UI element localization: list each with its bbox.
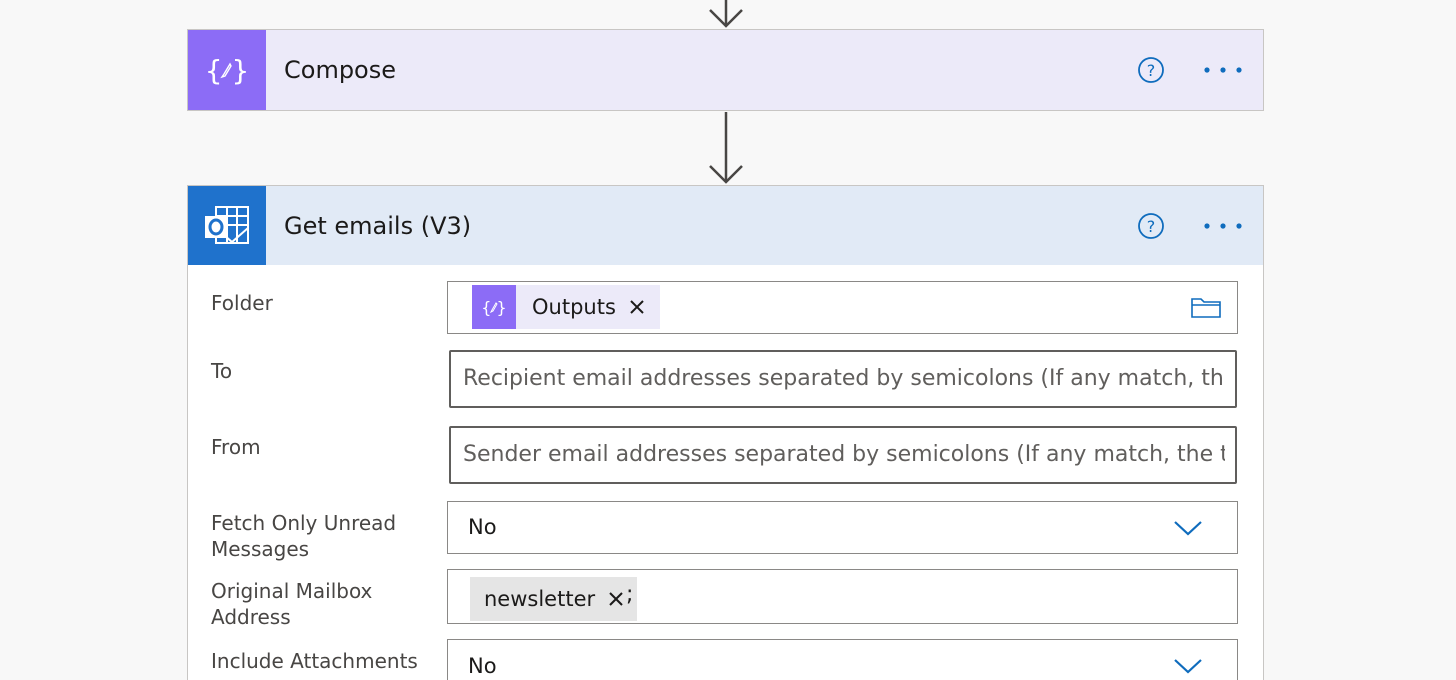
to-label: To: [211, 359, 233, 383]
help-icon[interactable]: ?: [1137, 212, 1165, 240]
get-emails-card-title: Get emails (V3): [284, 211, 472, 240]
folder-picker-icon[interactable]: [1191, 295, 1221, 319]
outputs-token[interactable]: { } Outputs: [472, 285, 660, 329]
to-input[interactable]: Recipient email addresses separated by s…: [449, 350, 1237, 408]
fetch-unread-select[interactable]: No: [447, 501, 1238, 554]
get-emails-card-header[interactable]: Get emails (V3) ?: [188, 186, 1263, 265]
svg-text:{ }: { }: [205, 54, 249, 87]
include-attachments-select[interactable]: No: [447, 639, 1238, 680]
from-label: From: [211, 435, 261, 459]
address-separator: ;: [626, 582, 634, 607]
chevron-down-icon[interactable]: [1173, 519, 1203, 537]
newsletter-token-label: newsletter: [484, 587, 596, 611]
fetch-unread-label: Fetch Only Unread Messages: [211, 511, 397, 561]
more-options-icon[interactable]: [1203, 66, 1243, 74]
original-mailbox-label: Original Mailbox Address: [211, 579, 373, 629]
folder-field[interactable]: { } Outputs: [447, 281, 1238, 334]
compose-token-icon: { }: [472, 285, 516, 329]
include-attachments-label: Include Attachments: [211, 649, 418, 673]
help-icon[interactable]: ?: [1137, 56, 1165, 84]
outputs-token-label: Outputs: [532, 295, 616, 319]
include-attachments-value: No: [468, 654, 497, 678]
from-placeholder: Sender email addresses separated by semi…: [463, 442, 1225, 467]
compose-action-card[interactable]: { } Compose ?: [187, 29, 1264, 111]
remove-token-icon[interactable]: [628, 298, 646, 316]
chevron-down-icon[interactable]: [1173, 657, 1203, 675]
get-emails-action-card: Get emails (V3) ? Folder { } Outputs To …: [187, 185, 1264, 680]
connector-arrow-icon: [709, 0, 743, 28]
newsletter-token[interactable]: newsletter: [470, 577, 638, 621]
compose-card-title: Compose: [284, 56, 397, 84]
outlook-icon: [205, 205, 249, 244]
compose-icon-tile: { }: [188, 30, 266, 110]
flow-canvas: { } Compose ? Get emails (V3) ? Folder {…: [0, 0, 1456, 680]
svg-text:?: ?: [1147, 61, 1156, 80]
connector-arrow-icon: [709, 112, 743, 184]
original-mailbox-field[interactable]: newsletter ;: [447, 569, 1238, 624]
compose-card-header[interactable]: { } Compose ?: [188, 30, 1263, 110]
svg-text:?: ?: [1147, 217, 1156, 236]
compose-braces-icon: { }: [205, 54, 249, 87]
folder-label: Folder: [211, 291, 273, 315]
fetch-unread-value: No: [468, 515, 497, 539]
remove-token-icon[interactable]: [607, 590, 625, 608]
more-options-icon[interactable]: [1203, 222, 1243, 230]
to-placeholder: Recipient email addresses separated by s…: [463, 366, 1225, 391]
from-input[interactable]: Sender email addresses separated by semi…: [449, 426, 1237, 484]
outlook-icon-tile: [188, 186, 266, 265]
